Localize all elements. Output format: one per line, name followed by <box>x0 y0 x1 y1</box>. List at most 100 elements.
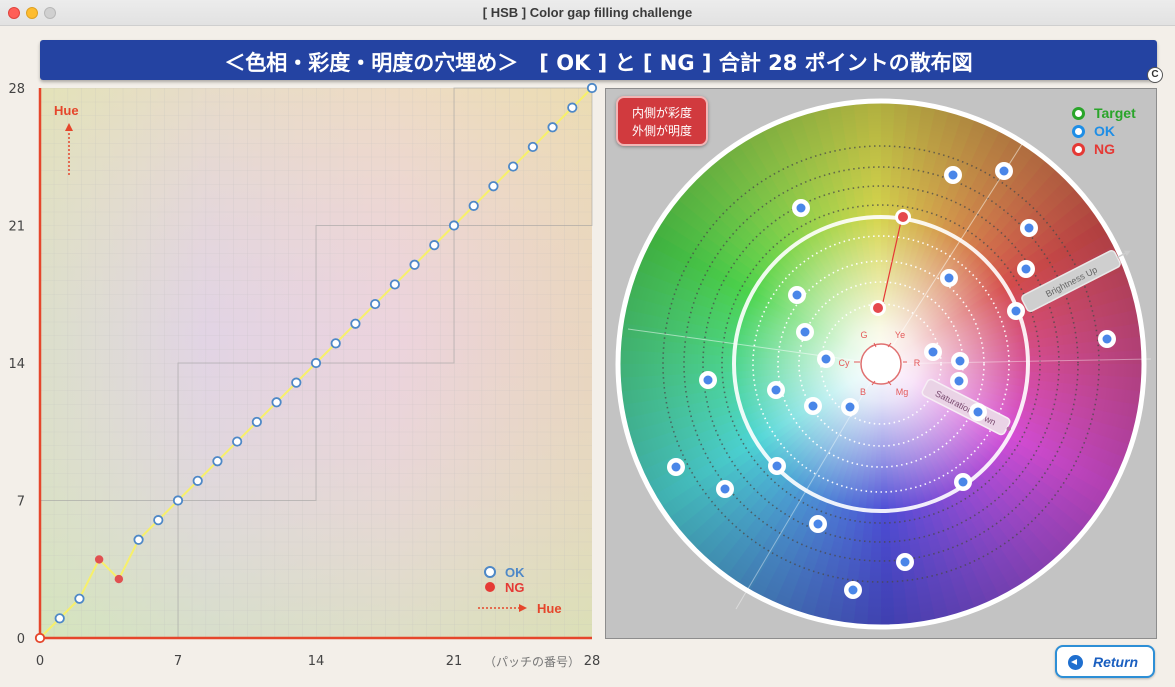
legend-target-label: Target <box>1094 105 1136 121</box>
badge-line-1: 内側が彩度 <box>631 106 692 120</box>
ok-wheel-point-dot <box>1011 306 1021 316</box>
ok-data-point <box>172 495 184 506</box>
ok-wheel-point-dot <box>955 356 965 366</box>
legend-ok-marker <box>484 566 496 578</box>
legend-ng-label: NG <box>1094 141 1115 157</box>
ok-wheel-point-dot <box>821 354 831 364</box>
x-tick-label: 0 <box>36 654 44 669</box>
ok-wheel-point-dot <box>671 462 681 472</box>
window-title: [ HSB ] Color gap filling challenge <box>482 5 693 20</box>
inner-outer-note-badge: 内側が彩度 外側が明度 <box>616 96 708 146</box>
legend-ng-marker <box>485 582 495 592</box>
x-tick-label: 14 <box>308 654 325 669</box>
hue-scatter-chart: 0 7 14 21 28 0 7 14 21 28 Hue Hue OK NG （パッチの番号） <box>0 80 605 687</box>
ok-data-point <box>192 475 203 486</box>
badge-line-2: 外側が明度 <box>631 124 692 138</box>
ok-data-point <box>448 220 460 231</box>
copyright-icon[interactable]: C <box>1147 67 1163 83</box>
ok-data-point <box>547 122 558 133</box>
legend-ok-label: OK <box>505 565 525 580</box>
ng-wheel-point-dot <box>873 303 883 313</box>
ng-data-point <box>94 555 104 564</box>
y-tick-label: 14 <box>8 357 25 372</box>
x-tick-label: 7 <box>174 654 182 669</box>
ok-wheel-point-dot <box>792 290 802 300</box>
ok-wheel-point-dot <box>954 376 964 386</box>
ok-wheel-point-dot <box>973 407 983 417</box>
ok-data-point <box>133 534 144 545</box>
ok-wheel-point-dot <box>928 347 938 357</box>
ok-wheel-point-dot <box>1102 334 1112 344</box>
color-wheel-panel: Brightness Up Saturation Down G Ye Cy R B Mg <box>605 88 1157 639</box>
ok-data-point <box>212 456 223 467</box>
color-label-ye: Ye <box>895 330 905 340</box>
x-tick-label: 28 <box>584 654 601 669</box>
color-label-b: B <box>860 387 866 397</box>
ok-data-point <box>567 102 578 113</box>
ok-wheel-point-dot <box>958 477 968 487</box>
ok-wheel-point-dot <box>848 585 858 595</box>
y-tick-label: 21 <box>8 220 25 235</box>
y-tick-label: 0 <box>17 632 25 647</box>
color-label-mg: Mg <box>896 387 909 397</box>
color-label-r: R <box>914 358 921 368</box>
ok-wheel-point-dot <box>900 557 910 567</box>
ok-data-point <box>251 416 262 428</box>
ok-data-point <box>350 318 361 329</box>
ok-data-point <box>232 436 243 447</box>
ok-data-point <box>271 397 282 408</box>
ok-wheel-point-dot <box>813 519 823 529</box>
ok-data-point <box>153 515 164 526</box>
ok-wheel-point-dot <box>720 484 730 494</box>
legend-ok: OK <box>1072 122 1136 140</box>
ok-wheel-point-dot <box>999 166 1009 176</box>
ok-data-point <box>429 240 440 251</box>
wheel-legend: Target OK NG <box>1072 104 1136 158</box>
ok-data-point <box>330 338 341 349</box>
return-button[interactable]: Return <box>1055 645 1155 678</box>
ok-wheel-point-dot <box>800 327 810 337</box>
ok-data-point <box>468 200 479 211</box>
ng-data-point <box>114 574 124 584</box>
ok-ring-icon <box>1072 125 1085 138</box>
ok-wheel-point-dot <box>796 203 806 213</box>
chart-svg: 0 7 14 21 28 0 7 14 21 28 Hue Hue OK NG （パッチの番号） <box>8 82 601 669</box>
legend-ng-label: NG <box>505 580 525 595</box>
x-axis-label: （パッチの番号） <box>484 655 580 669</box>
ok-data-point <box>310 357 322 369</box>
ok-wheel-point-dot <box>944 273 954 283</box>
y-tick-label: 28 <box>8 82 25 97</box>
ok-data-point <box>34 632 46 644</box>
ok-data-point <box>74 593 85 604</box>
y-tick-label: 7 <box>17 495 25 510</box>
ok-data-point <box>54 613 65 624</box>
ok-wheel-point-dot <box>771 385 781 395</box>
legend-ng: NG <box>1072 140 1136 158</box>
ng-wheel-point-dot <box>898 212 908 222</box>
wheel-center <box>860 343 902 385</box>
ok-data-point <box>488 181 499 192</box>
return-button-label: Return <box>1093 654 1139 670</box>
ok-data-point <box>291 377 302 388</box>
return-arrow-icon <box>1068 655 1083 670</box>
ok-data-point <box>409 259 420 270</box>
ok-data-point <box>527 141 538 153</box>
title-banner: ＜色相・彩度・明度の穴埋め＞ [ OK ] と [ NG ] 合計 28 ポイン… <box>40 40 1157 80</box>
ok-wheel-point-dot <box>772 461 782 471</box>
y-axis-label: Hue <box>54 103 79 118</box>
ng-ring-icon <box>1072 143 1085 156</box>
ok-data-point <box>586 82 598 94</box>
ok-wheel-point-dot <box>1021 264 1031 274</box>
color-label-g: G <box>860 330 867 340</box>
ok-wheel-point-dot <box>948 170 958 180</box>
ok-data-point <box>370 298 381 310</box>
ok-data-point <box>389 279 400 290</box>
window-titlebar: [ HSB ] Color gap filling challenge <box>0 0 1175 26</box>
ok-wheel-point-dot <box>808 401 818 411</box>
color-wheel-svg: Brightness UpSaturation Down G YeCy RB Mg <box>615 98 1152 630</box>
ok-wheel-point-dot <box>845 402 855 412</box>
x-tick-label: 21 <box>446 654 463 669</box>
target-ring-icon <box>1072 107 1085 120</box>
color-label-cy: Cy <box>839 358 850 368</box>
x-arrow-label: Hue <box>537 601 562 616</box>
